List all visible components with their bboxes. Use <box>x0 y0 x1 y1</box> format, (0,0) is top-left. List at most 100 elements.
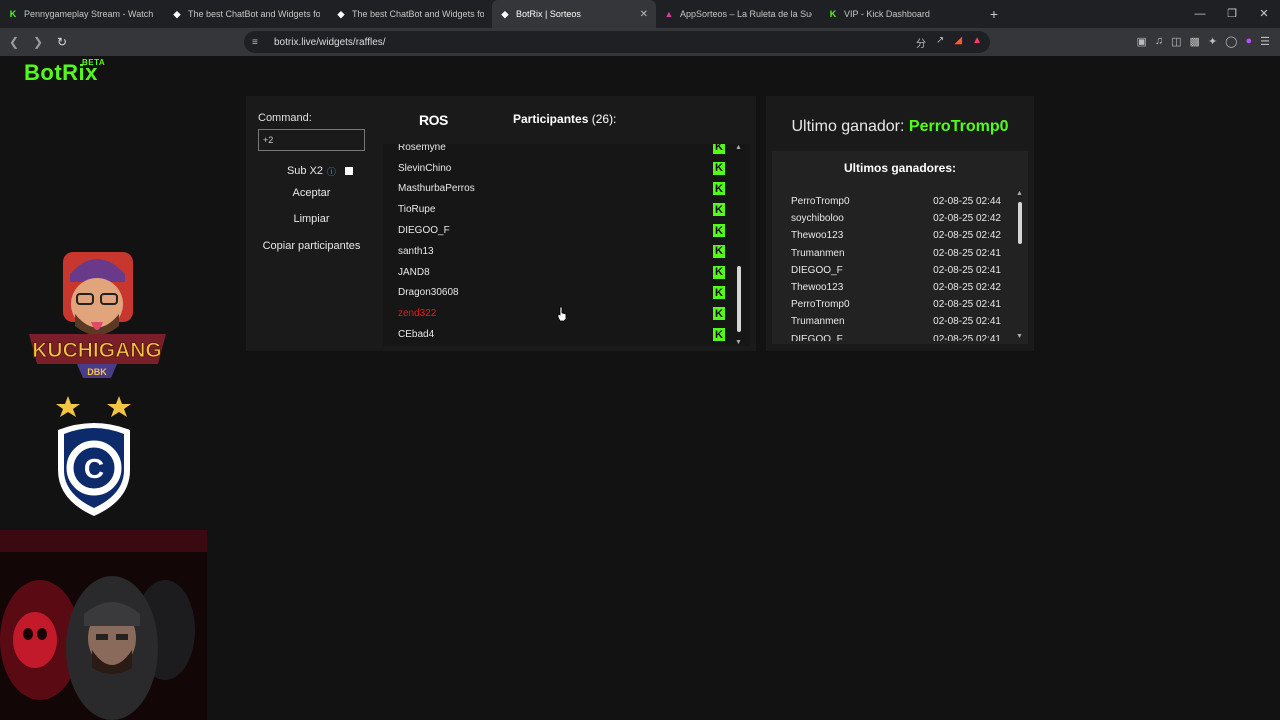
info-icon[interactable]: ⓘ <box>327 165 336 178</box>
participants-heading: Participantes (26): <box>513 112 617 126</box>
star-icon <box>56 396 80 417</box>
forward-icon[interactable]: ❯ <box>28 35 48 49</box>
winner-date: 02-08-25 02:41 <box>933 264 1001 276</box>
scroll-up-icon[interactable]: ▲ <box>735 144 742 151</box>
kick-icon: K <box>713 265 725 279</box>
winner-name: PerroTromp0 <box>791 299 850 311</box>
kick-icon: K <box>713 144 725 154</box>
wallet-icon[interactable]: ▩ <box>1190 35 1200 48</box>
participant-row[interactable]: SlevinChino K <box>383 158 750 179</box>
brave-shield-icon[interactable]: ◢ <box>954 35 962 50</box>
tab-title: Pennygameplay Stream - Watch Live <box>24 9 156 19</box>
tab-title: BotRix | Sorteos <box>516 9 581 19</box>
winner-name: DIEGOO_F <box>791 333 843 341</box>
winners-panel: Ultimo ganador: PerroTromp0 Ultimos gana… <box>766 96 1034 351</box>
close-tab-icon[interactable]: ✕ <box>640 9 648 20</box>
winner-row: DIEGOO_F 02-08-25 02:41 <box>791 331 1001 341</box>
sub-x2-checkbox[interactable] <box>345 167 353 175</box>
menu-icon[interactable]: ☰ <box>1260 35 1270 48</box>
participant-row[interactable]: DIEGOO_F K <box>383 220 750 241</box>
winner-row: soychiboloo 02-08-25 02:42 <box>791 210 1001 227</box>
winner-name: Thewoo123 <box>791 282 844 294</box>
kick-icon: K <box>713 244 725 258</box>
participants-scrollbar[interactable]: ▲ ▼ <box>735 144 742 346</box>
kuchigang-logo: KUCHIGANG DBK <box>29 252 166 378</box>
winner-date: 02-08-25 02:42 <box>933 282 1001 294</box>
tab-search-icon[interactable]: ▣ <box>1136 35 1146 48</box>
participant-name: TioRupe <box>398 204 436 216</box>
winners-scrollbar[interactable]: ▲ ▼ <box>1016 190 1023 340</box>
browser-tab[interactable]: K VIP - Kick Dashboard <box>820 0 984 28</box>
scroll-down-icon[interactable]: ▼ <box>1016 333 1023 340</box>
reload-icon[interactable]: ↻ <box>52 35 72 49</box>
brand-text: KUCHIGANG <box>32 339 162 362</box>
back-icon[interactable]: ❮ <box>4 35 24 49</box>
command-input[interactable] <box>258 129 365 151</box>
scroll-thumb[interactable] <box>1018 202 1022 244</box>
participant-name: DIEGOO_F <box>398 225 450 237</box>
botrix-icon: ◆ <box>337 8 345 19</box>
beta-badge: BETA <box>82 58 106 67</box>
vpn-icon[interactable]: ◯ <box>1225 35 1237 48</box>
winner-date: 02-08-25 02:42 <box>933 213 1001 225</box>
botrix-icon: ◆ <box>173 8 181 19</box>
scroll-thumb[interactable] <box>737 266 741 332</box>
participant-row[interactable]: TioRupe K <box>383 199 750 220</box>
tab-title: The best ChatBot and Widgets fo <box>188 9 320 19</box>
url-bar[interactable]: ≡ botrix.live/widgets/raffles/ 分 ↗ ◢ ▲ <box>244 31 990 53</box>
winner-row: DIEGOO_F 02-08-25 02:41 <box>791 262 1001 279</box>
winner-name: Trumanmen <box>791 316 845 328</box>
clear-button[interactable]: Limpiar <box>258 208 365 230</box>
minimize-icon[interactable]: — <box>1184 0 1216 28</box>
hand-cursor-icon <box>557 306 567 322</box>
extension-icon[interactable]: ● <box>1245 35 1252 48</box>
scroll-down-icon[interactable]: ▼ <box>735 339 742 346</box>
participant-row[interactable]: JAND8 K <box>383 262 750 283</box>
scroll-up-icon[interactable]: ▲ <box>1016 190 1023 197</box>
winner-date: 02-08-25 02:41 <box>933 299 1001 311</box>
extensions-toolbar: ▣ ♫ ◫ ▩ ✦ ◯ ● ☰ <box>1136 35 1270 48</box>
winner-row: Trumanmen 02-08-25 02:41 <box>791 245 1001 262</box>
kick-icon: K <box>713 161 725 175</box>
restore-icon[interactable]: ❐ <box>1216 0 1248 28</box>
new-tab-button[interactable]: + <box>984 6 1004 22</box>
participant-name: CEbad4 <box>398 329 435 341</box>
tab-strip: K Pennygameplay Stream - Watch Live ◆ The b… <box>0 0 984 28</box>
tab-title: AppSorteos – La Ruleta de la Suerte <box>680 9 812 19</box>
media-icon[interactable]: ♫ <box>1155 35 1163 48</box>
leo-icon[interactable]: ✦ <box>1208 35 1217 48</box>
winner-row: Thewoo123 02-08-25 02:42 <box>791 227 1001 244</box>
participant-name: zend322 <box>398 308 437 320</box>
participant-row[interactable]: santh13 K <box>383 241 750 262</box>
sidebar-icon[interactable]: ◫ <box>1171 35 1181 48</box>
sub-x2-row: Sub X2 ⓘ <box>258 163 365 179</box>
browser-tab[interactable]: ▲ AppSorteos – La Ruleta de la Suerte <box>656 0 820 28</box>
participant-row[interactable]: Dragon30608 K <box>383 283 750 304</box>
browser-tab[interactable]: ◆ The best ChatBot and Widgets fo <box>164 0 328 28</box>
accept-button[interactable]: Aceptar <box>258 182 365 204</box>
participant-row[interactable]: MasthurbaPerros K <box>383 179 750 200</box>
winner-name: soychiboloo <box>791 213 844 225</box>
copy-participants-button[interactable]: Copiar participantes <box>258 235 365 257</box>
participant-row[interactable]: CEbad4 K <box>383 324 750 345</box>
site-info-icon[interactable]: ≡ <box>252 37 258 48</box>
appsorteos-icon: ▲ <box>664 9 674 19</box>
browser-tab[interactable]: ◆ The best ChatBot and Widgets for Ki <box>328 0 492 28</box>
translate-icon[interactable]: 分 <box>916 35 926 50</box>
url-text: botrix.live/widgets/raffles/ <box>274 36 386 48</box>
webcam-feed <box>0 530 207 720</box>
winners-list[interactable]: PerroTromp0 02-08-25 02:44 soychiboloo 02-0… <box>791 193 1001 341</box>
participant-row[interactable]: Rosemyne K <box>383 144 750 158</box>
browser-tab[interactable]: K Pennygameplay Stream - Watch Live <box>0 0 164 28</box>
browser-tab[interactable]: ◆ BotRix | Sorteos ✕ <box>492 0 656 28</box>
participant-name: Rosemyne <box>398 144 446 153</box>
brave-rewards-icon[interactable]: ▲ <box>972 35 982 50</box>
winner-date: 02-08-25 02:41 <box>933 316 1001 328</box>
share-icon[interactable]: ↗ <box>936 35 944 50</box>
close-window-icon[interactable]: ✕ <box>1248 0 1280 28</box>
winner-row: PerroTromp0 02-08-25 02:44 <box>791 193 1001 210</box>
botrix-logo[interactable]: BotRix BETA <box>24 58 105 86</box>
winners-box: Ultimos ganadores: PerroTromp0 02-08-25 0… <box>772 151 1028 344</box>
winner-name: Trumanmen <box>791 247 845 259</box>
kick-icon: K <box>713 203 725 217</box>
